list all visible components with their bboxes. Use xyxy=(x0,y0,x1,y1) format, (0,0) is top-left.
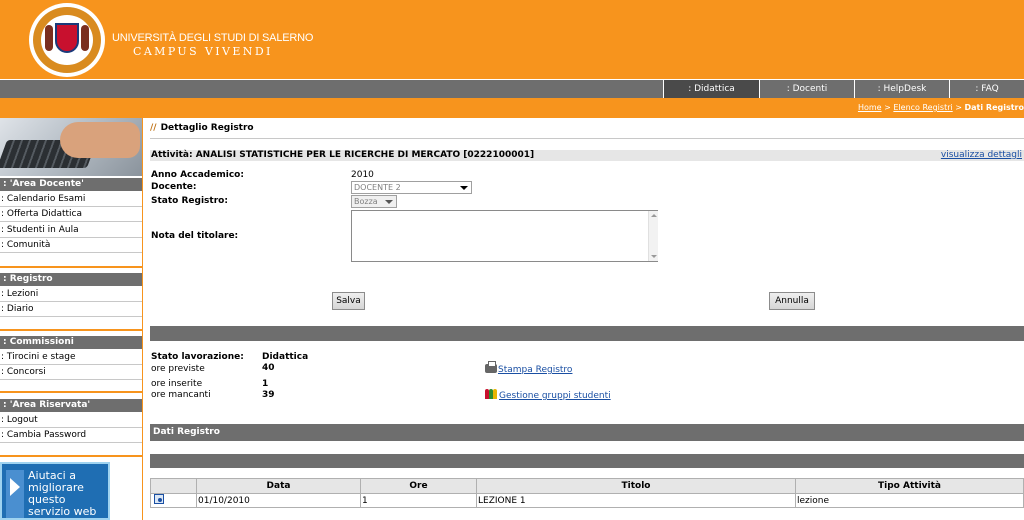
ore-previste-label: ore previste xyxy=(151,364,205,374)
cell-tipo-attivita: lezione xyxy=(795,493,1024,508)
tab-docenti[interactable]: : Docenti xyxy=(759,80,854,98)
cell-ore: 1 xyxy=(360,493,477,508)
cell-data: 01/10/2010 xyxy=(196,493,361,508)
docente-select-value: DOCENTE 2 xyxy=(354,183,401,192)
cancel-button[interactable]: Annulla xyxy=(769,292,815,310)
anno-label: Anno Accademico: xyxy=(151,170,244,180)
view-details-icon[interactable] xyxy=(154,494,164,504)
sidebar-item-tirocini-e-stage[interactable]: : Tirocini e stage xyxy=(0,350,142,365)
sidebar-section-area-docente: : 'Area Docente' xyxy=(0,178,142,191)
ore-mancanti-label: ore mancanti xyxy=(151,390,211,400)
print-register-label: Stampa Registro xyxy=(498,365,573,375)
sidebar-item-cambia-password[interactable]: : Cambia Password xyxy=(0,428,142,443)
page-title: //Dettaglio Registro xyxy=(150,123,254,133)
sidebar-section-area-riservata: : 'Area Riservata' xyxy=(0,399,142,412)
breadcrumb: Home > Elenco Registri > Dati Registro xyxy=(858,103,1024,112)
dati-registro-header: Dati Registro xyxy=(150,424,1024,441)
nota-label: Nota del titolare: xyxy=(151,231,239,241)
chevron-down-icon xyxy=(385,200,393,204)
title-divider xyxy=(150,138,1024,139)
sidebar-item-calendario-esami[interactable]: : Calendario Esami xyxy=(0,192,142,207)
section-divider-bar xyxy=(150,454,1024,468)
row-action-cell xyxy=(150,493,197,508)
ore-inserite-label: ore inserite xyxy=(151,379,203,389)
col-header-action xyxy=(150,478,197,494)
sidebar-divider xyxy=(0,329,142,331)
breadcrumb-registri-link[interactable]: Elenco Registri xyxy=(893,103,952,112)
sidebar-divider xyxy=(0,391,142,393)
tab-didattica[interactable]: : Didattica xyxy=(663,80,759,98)
table-row: 01/10/2010 1 LEZIONE 1 lezione xyxy=(150,493,1024,508)
tab-faq[interactable]: : FAQ xyxy=(949,80,1024,98)
feedback-banner-line: servizio web xyxy=(28,505,97,518)
cell-titolo: LEZIONE 1 xyxy=(476,493,796,508)
top-nav: : Didattica : Docenti : HelpDesk : FAQ xyxy=(0,79,1024,98)
chevron-down-icon xyxy=(460,186,468,190)
page-title-text: Dettaglio Registro xyxy=(160,123,254,133)
docente-select[interactable]: DOCENTE 2 xyxy=(351,181,472,194)
activity-header: Attività: ANALISI STATISTICHE PER LE RIC… xyxy=(150,150,1024,161)
student-groups-label: Gestione gruppi studenti xyxy=(499,391,611,401)
university-seal-logo[interactable] xyxy=(29,3,105,77)
sidebar-item-concorsi[interactable]: : Concorsi xyxy=(0,365,142,380)
university-name: UNIVERSITÀ DEGLI STUDI DI SALERNO xyxy=(112,32,314,44)
docente-label: Docente: xyxy=(151,182,197,192)
site-header: UNIVERSITÀ DEGLI STUDI DI SALERNO CAMPUS… xyxy=(0,0,1024,79)
anno-value: 2010 xyxy=(351,170,374,180)
sidebar-section-registro: : Registro xyxy=(0,273,142,286)
col-header-tipo-attivita[interactable]: Tipo Attività xyxy=(795,478,1024,494)
breadcrumb-current: Dati Registro xyxy=(964,103,1024,112)
print-register-link[interactable]: Stampa Registro xyxy=(485,361,573,375)
student-groups-link[interactable]: Gestione gruppi studenti xyxy=(485,389,611,401)
stato-select-value: Bozza xyxy=(354,197,378,206)
main-content: //Dettaglio Registro Attività: ANALISI S… xyxy=(150,118,1024,520)
col-header-ore[interactable]: Ore xyxy=(360,478,477,494)
lessons-table: Data Ore Titolo Tipo Attività 01/10/2010… xyxy=(150,478,1024,508)
breadcrumb-bar: Home > Elenco Registri > Dati Registro xyxy=(0,98,1024,118)
sidebar-divider xyxy=(0,266,142,268)
col-header-titolo[interactable]: Titolo xyxy=(476,478,796,494)
col-header-data[interactable]: Data xyxy=(196,478,361,494)
table-header-row: Data Ore Titolo Tipo Attività xyxy=(150,478,1024,494)
sidebar-item-offerta-didattica[interactable]: : Offerta Didattica xyxy=(0,207,142,222)
sidebar-item-comunita[interactable]: : Comunità xyxy=(0,238,142,253)
sidebar-section-commissioni: : Commissioni xyxy=(0,336,142,349)
stato-select[interactable]: Bozza xyxy=(351,195,397,208)
sidebar-item-diario[interactable]: : Diario xyxy=(0,302,142,317)
scroll-up-icon xyxy=(651,214,657,217)
people-icon xyxy=(485,389,498,399)
title-prefix: // xyxy=(150,123,157,133)
sidebar-item-lezioni[interactable]: : Lezioni xyxy=(0,287,142,302)
sidebar: : 'Area Docente' : Calendario Esami : Of… xyxy=(0,118,142,520)
scroll-down-icon xyxy=(651,255,657,258)
nota-textarea[interactable] xyxy=(351,210,658,262)
ore-inserite-value: 1 xyxy=(262,379,269,389)
sidebar-item-studenti-in-aula[interactable]: : Studenti in Aula xyxy=(0,223,142,238)
university-motto: CAMPUS VIVENDI xyxy=(133,45,273,58)
section-divider-bar xyxy=(150,326,1024,341)
details-link[interactable]: visualizza dettagli xyxy=(941,150,1022,161)
feedback-banner[interactable]: Aiutaci a migliorare questo servizio web xyxy=(0,462,110,520)
tab-helpdesk[interactable]: : HelpDesk xyxy=(854,80,949,98)
printer-icon xyxy=(485,361,497,373)
breadcrumb-separator: > xyxy=(881,103,894,112)
ore-previste-value: 40 xyxy=(262,363,275,373)
arrow-right-icon xyxy=(10,478,20,496)
content-divider xyxy=(142,118,150,520)
stato-lavorazione-value: Didattica xyxy=(262,352,309,362)
sidebar-item-logout[interactable]: : Logout xyxy=(0,413,142,428)
stato-lavorazione-label: Stato lavorazione: xyxy=(151,352,244,362)
ore-mancanti-value: 39 xyxy=(262,390,275,400)
breadcrumb-home-link[interactable]: Home xyxy=(858,103,882,112)
stato-label: Stato Registro: xyxy=(151,196,228,206)
textarea-scrollbar[interactable] xyxy=(648,211,658,261)
breadcrumb-separator: > xyxy=(952,103,965,112)
keyboard-photo xyxy=(0,118,142,176)
save-button[interactable]: Salva xyxy=(332,292,365,310)
sidebar-divider xyxy=(0,455,142,457)
